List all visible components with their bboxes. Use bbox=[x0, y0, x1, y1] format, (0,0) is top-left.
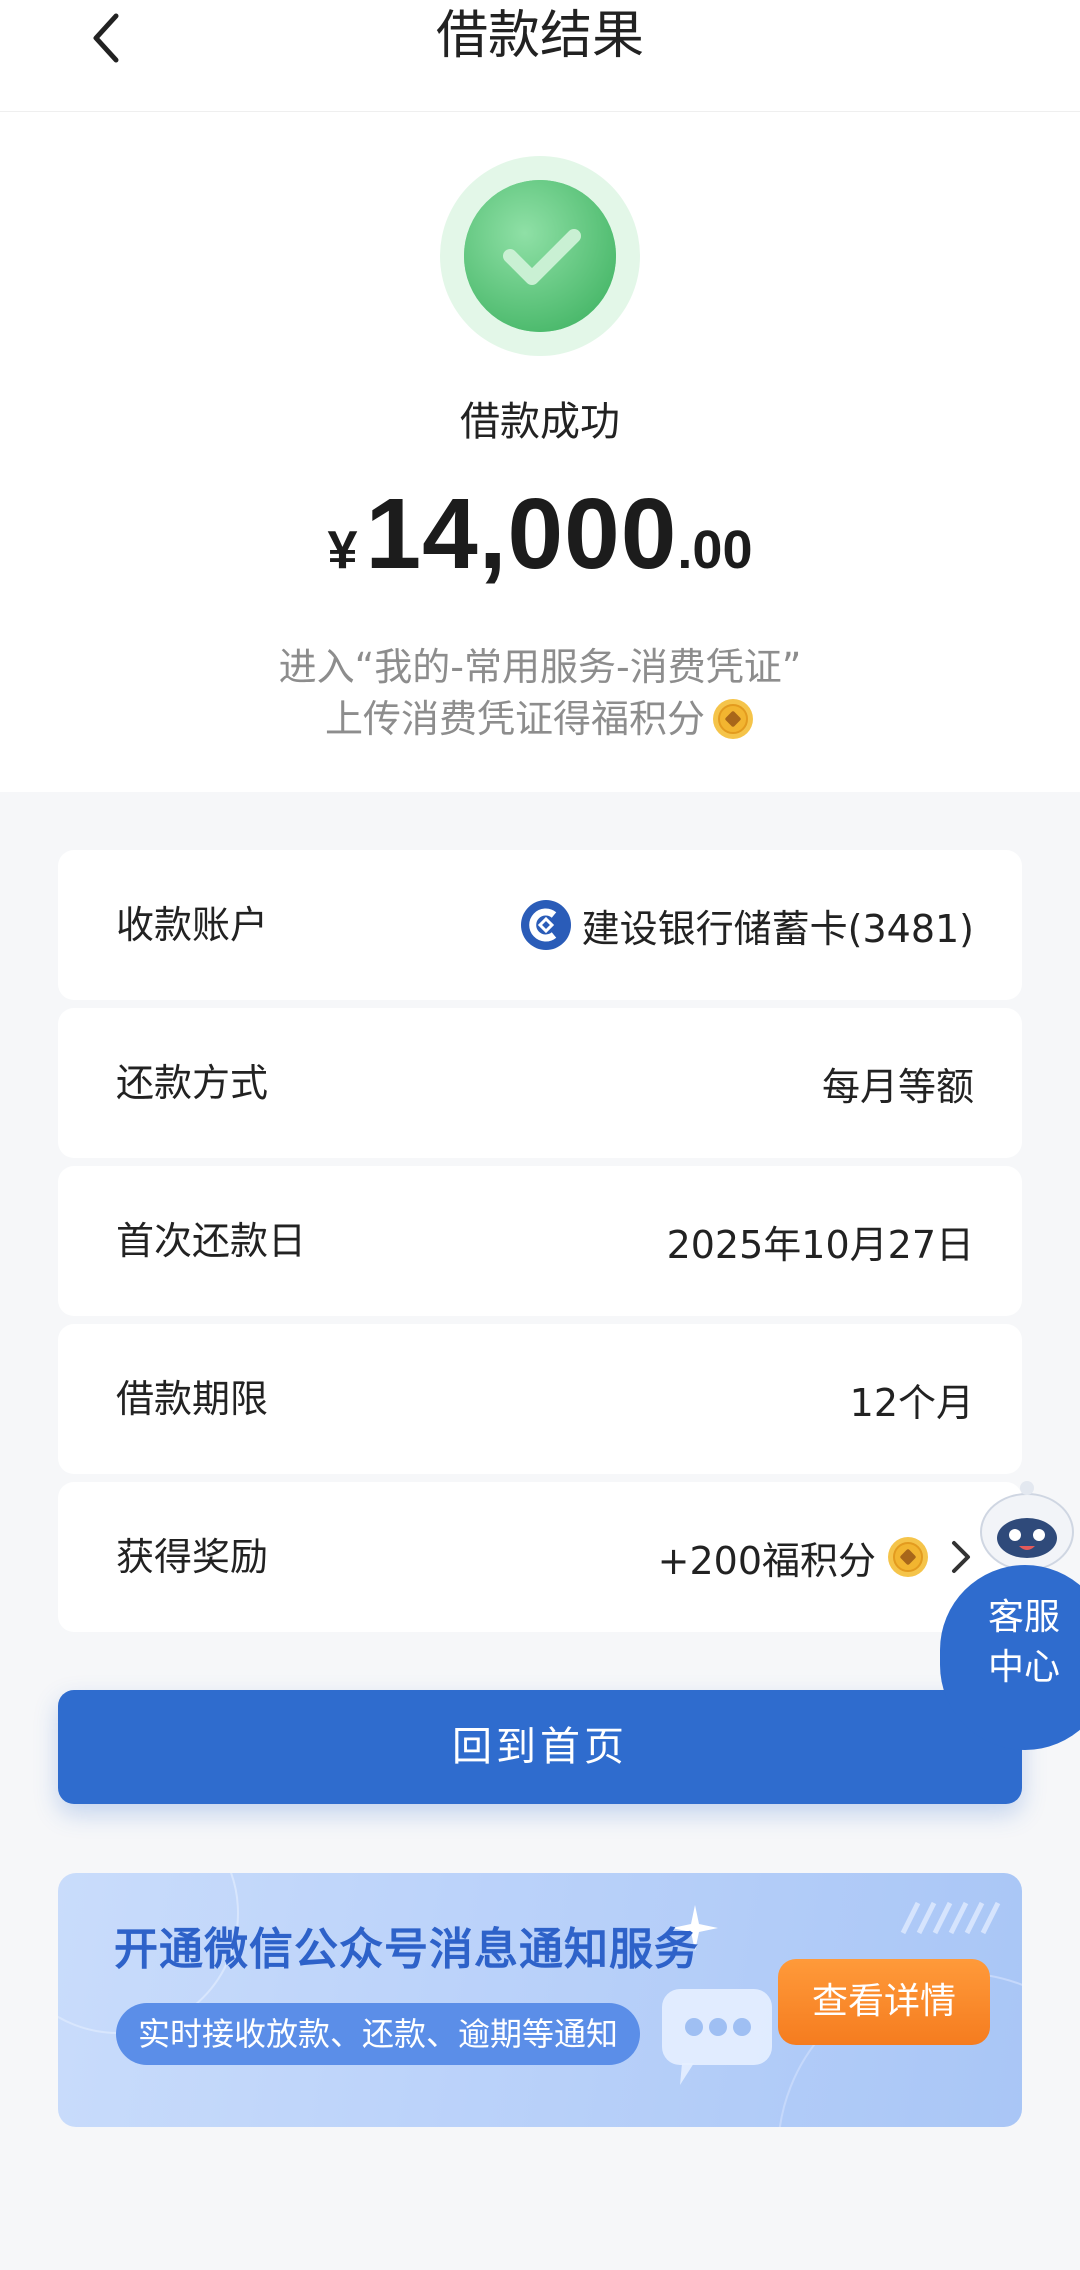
amount-integer: 14,000 bbox=[365, 478, 678, 590]
detail-label: 收款账户 bbox=[116, 903, 269, 947]
top-bar: 借款结果 bbox=[0, 0, 1080, 112]
result-hero: 借款成功 ¥ 14,000 .00 进入“我的-常用服务-消费凭证” 上传消费凭… bbox=[0, 112, 1080, 792]
banner-subtitle: 实时接收放款、还款、逾期等通知 bbox=[116, 2003, 641, 2065]
repayment-method-value: 每月等额 bbox=[821, 1064, 974, 1109]
upload-tip-text: 上传消费凭证得福积分 bbox=[324, 697, 705, 741]
loan-status-text: 借款成功 bbox=[460, 399, 620, 445]
chevron-right-icon bbox=[952, 1541, 970, 1573]
coin-icon bbox=[713, 699, 753, 739]
robot-mascot-icon bbox=[980, 1481, 1074, 1571]
detail-value: 12个月 bbox=[850, 1324, 974, 1474]
detail-row-repayment-method: 还款方式 每月等额 bbox=[58, 1008, 1022, 1158]
detail-value[interactable]: +200福积分 bbox=[658, 1482, 976, 1632]
success-check-icon bbox=[440, 156, 640, 356]
loan-amount: ¥ 14,000 .00 bbox=[0, 477, 1080, 590]
ccb-bank-icon bbox=[520, 900, 571, 950]
first-repay-date-value: 2025年10月27日 bbox=[666, 1222, 974, 1267]
upload-tip-line1: 进入“我的-常用服务-消费凭证” bbox=[278, 645, 802, 689]
loan-result-page: 借款结果 借款成功 ¥ 14,000 .00 进入“我的-常用服务-消费凭证” … bbox=[0, 0, 1080, 2270]
service-label-line1: 客服 bbox=[988, 1597, 1061, 1638]
detail-value: 每月等额 bbox=[822, 1008, 974, 1158]
upload-tip-line2: 上传消费凭证得福积分 bbox=[0, 692, 1080, 746]
back-to-home-button[interactable]: 回到首页 bbox=[58, 1690, 1022, 1804]
detail-label: 首次还款日 bbox=[116, 1219, 307, 1263]
reward-value: +200福积分 bbox=[657, 1538, 876, 1583]
service-label-line2: 中心 bbox=[988, 1647, 1061, 1688]
detail-value: 2025年10月27日 bbox=[667, 1166, 974, 1316]
account-value-text: 建设银行储蓄卡(3481) bbox=[581, 906, 974, 951]
coin-icon bbox=[888, 1537, 928, 1577]
wechat-notify-banner[interactable]: 开通微信公众号消息通知服务 实时接收放款、还款、逾期等通知 查看详情 bbox=[58, 1873, 1022, 2127]
detail-row-account: 收款账户 建设银行储蓄卡(3481) bbox=[58, 850, 1022, 1000]
loan-term-value: 12个月 bbox=[849, 1380, 974, 1425]
amount-currency: ¥ bbox=[327, 520, 358, 580]
detail-label: 获得奖励 bbox=[116, 1535, 269, 1579]
detail-row-loan-term: 借款期限 12个月 bbox=[58, 1324, 1022, 1474]
detail-label: 借款期限 bbox=[116, 1377, 269, 1421]
amount-decimal: .00 bbox=[677, 520, 753, 580]
detail-row-first-repay-date: 首次还款日 2025年10月27日 bbox=[58, 1166, 1022, 1316]
page-title: 借款结果 bbox=[435, 6, 644, 66]
detail-label: 还款方式 bbox=[116, 1061, 269, 1105]
detail-value: 建设银行储蓄卡(3481) bbox=[520, 850, 974, 1000]
banner-title: 开通微信公众号消息通知服务 bbox=[114, 1924, 699, 1975]
detail-row-reward[interactable]: 获得奖励 +200福积分 bbox=[58, 1482, 1022, 1632]
view-details-button[interactable]: 查看详情 bbox=[778, 1959, 990, 2045]
service-label: 客服 中心 bbox=[988, 1593, 1078, 1693]
